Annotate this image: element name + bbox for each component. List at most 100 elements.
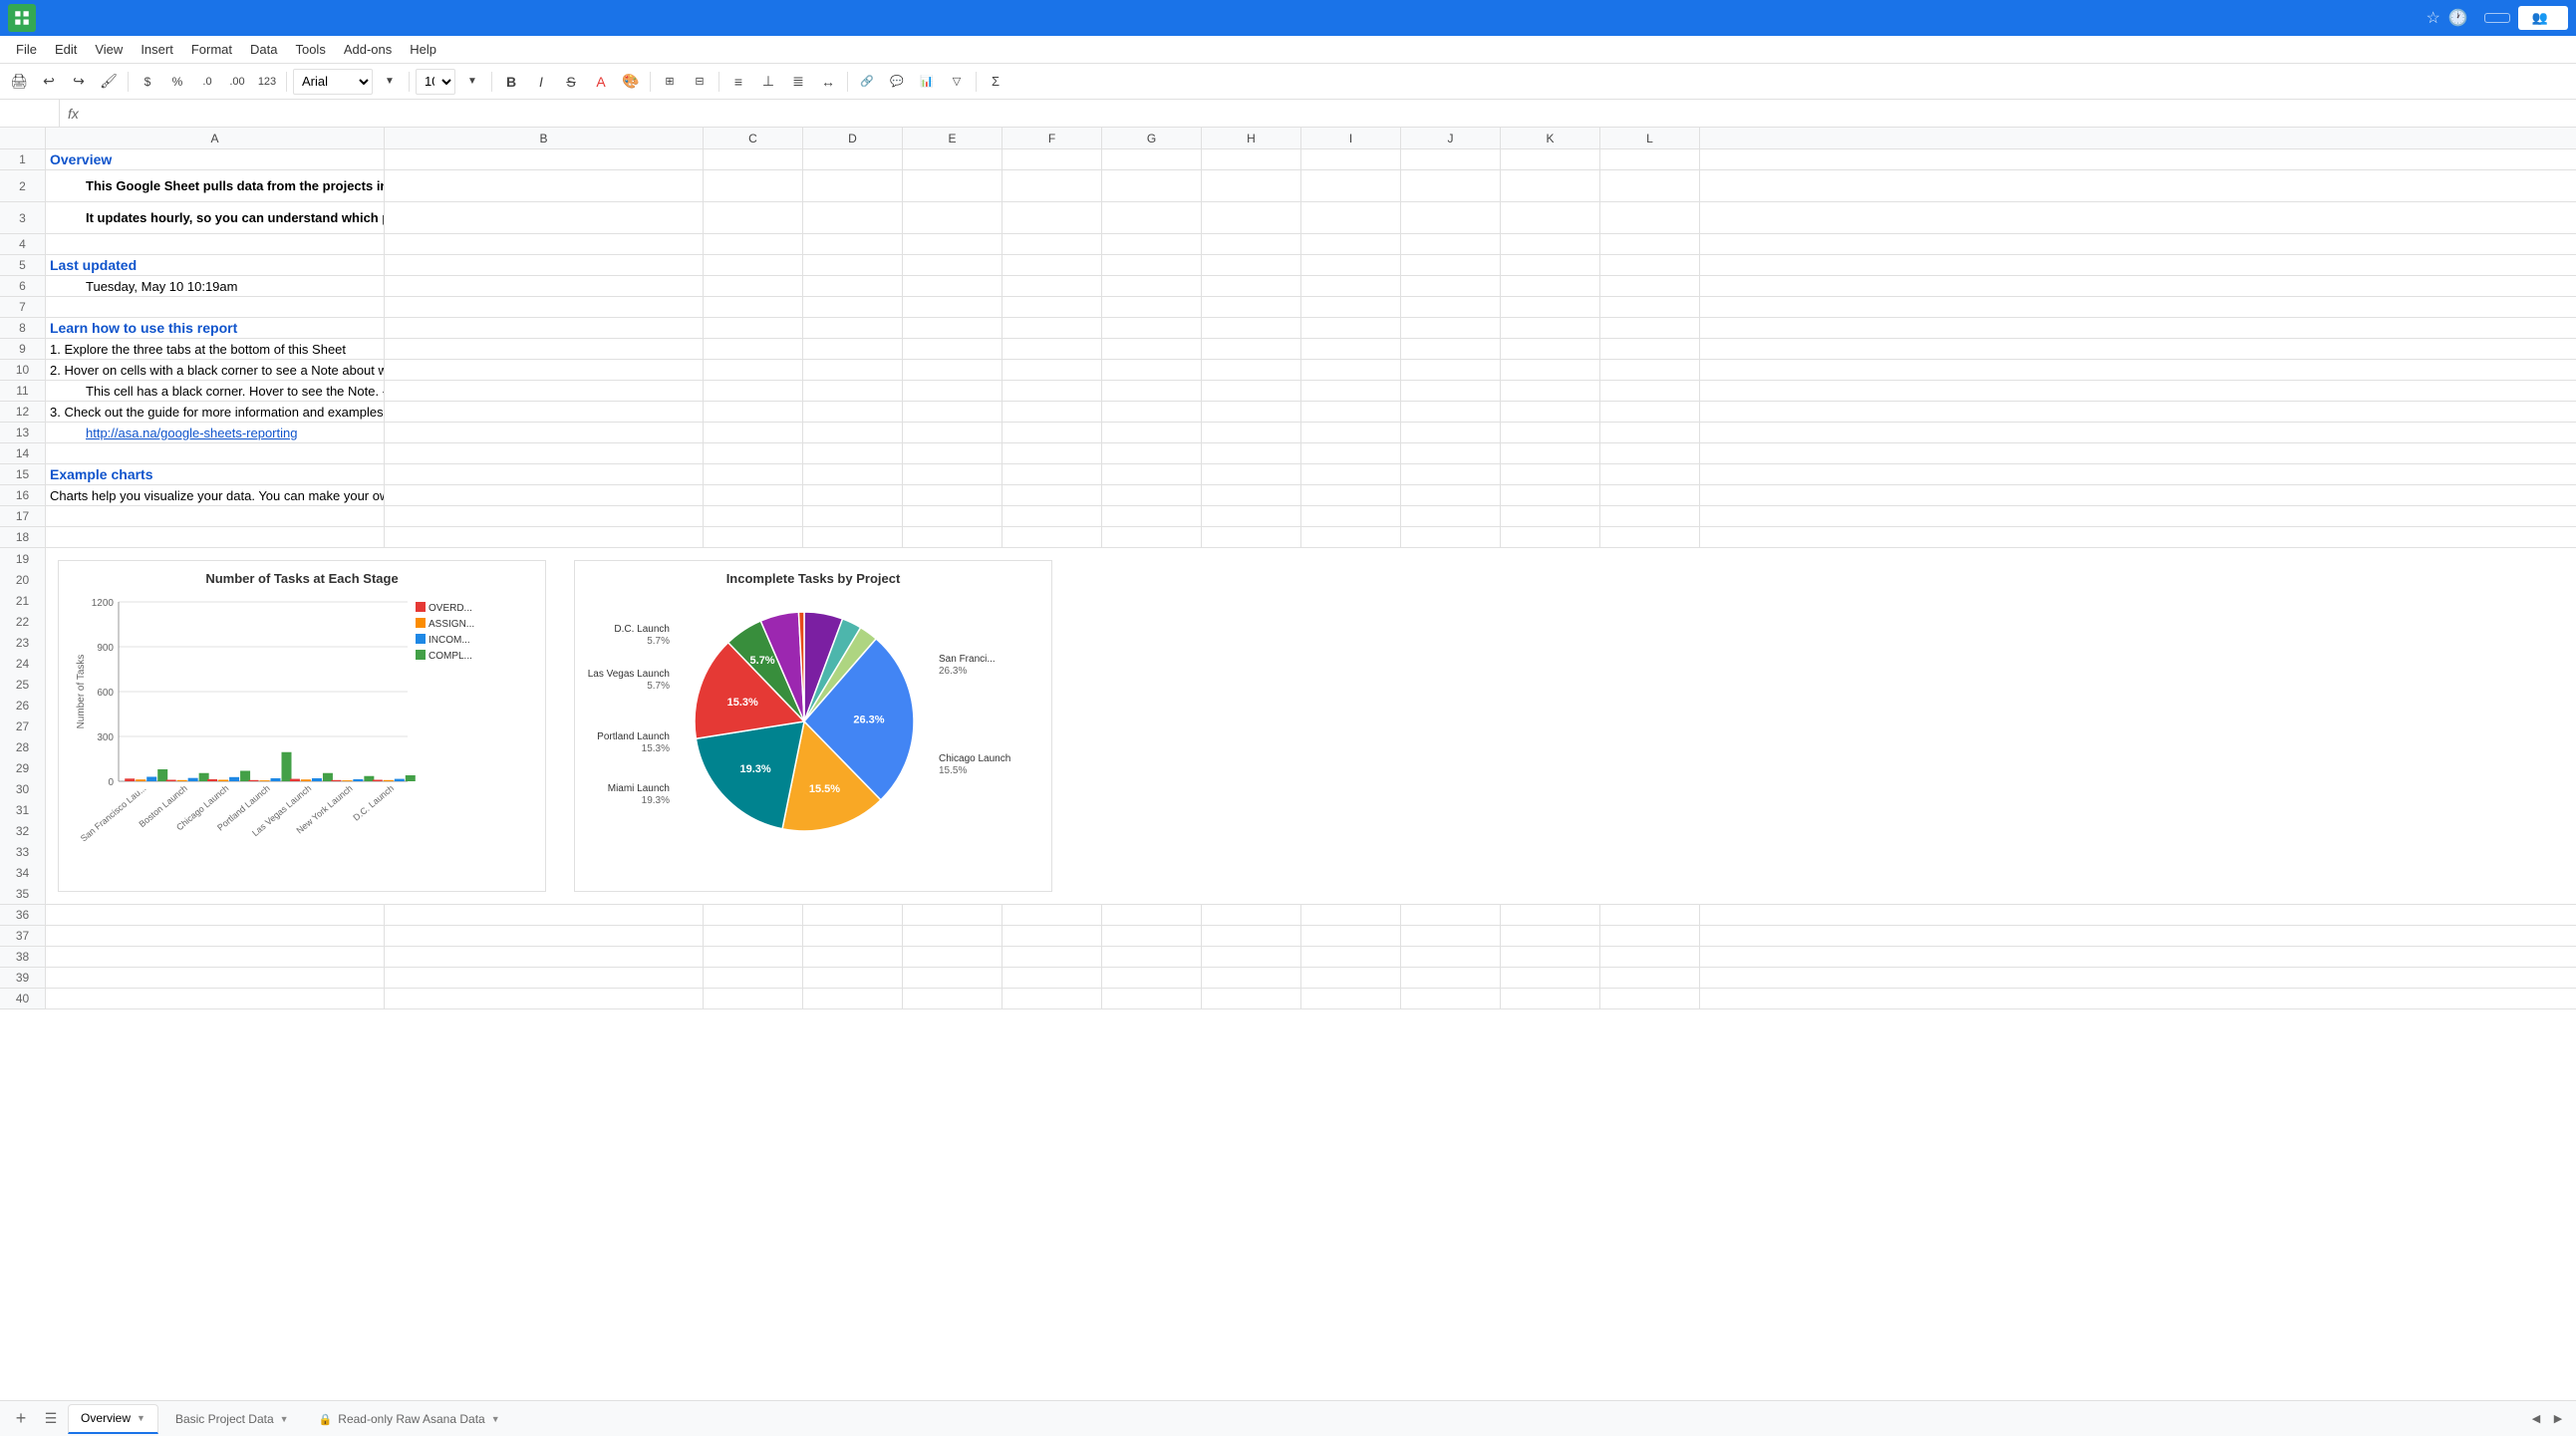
cell-J-9[interactable] (1401, 339, 1501, 359)
cell-a-7[interactable] (46, 297, 385, 317)
table-row[interactable]: 39 (0, 968, 2576, 989)
chart-button[interactable]: 📊 (914, 69, 940, 95)
cell[interactable] (903, 905, 1002, 925)
cell-C-3[interactable] (704, 202, 803, 233)
cell-B-5[interactable] (385, 255, 704, 275)
cell[interactable] (704, 968, 803, 988)
cell-I-15[interactable] (1301, 464, 1401, 484)
cell-I-4[interactable] (1301, 234, 1401, 254)
cell[interactable] (46, 527, 385, 547)
cell-I-8[interactable] (1301, 318, 1401, 338)
cell-B-4[interactable] (385, 234, 704, 254)
cell-B-8[interactable] (385, 318, 704, 338)
cell[interactable] (1102, 989, 1202, 1008)
cell-L-3[interactable] (1600, 202, 1700, 233)
cell-L-16[interactable] (1600, 485, 1700, 505)
cell-L-2[interactable] (1600, 170, 1700, 201)
cell-J-5[interactable] (1401, 255, 1501, 275)
col-header-b[interactable]: B (385, 128, 704, 148)
cell[interactable] (803, 947, 903, 967)
cell[interactable] (385, 926, 704, 946)
add-sheet-button[interactable]: + (8, 1406, 34, 1432)
cell-J-13[interactable] (1401, 423, 1501, 442)
cell-H-3[interactable] (1202, 202, 1301, 233)
cell-I-13[interactable] (1301, 423, 1401, 442)
cell-D-10[interactable] (803, 360, 903, 380)
cell[interactable] (1401, 968, 1501, 988)
cell-L-1[interactable] (1600, 149, 1700, 169)
cell[interactable] (1102, 968, 1202, 988)
cell-I-12[interactable] (1301, 402, 1401, 422)
cell-a-11[interactable]: This cell has a black corner. Hover to s… (46, 381, 385, 401)
cell-L-13[interactable] (1600, 423, 1700, 442)
cell[interactable] (1102, 905, 1202, 925)
cell-K-14[interactable] (1501, 443, 1600, 463)
table-row[interactable]: 91. Explore the three tabs at the bottom… (0, 339, 2576, 360)
cell[interactable] (1501, 926, 1600, 946)
cell-H-7[interactable] (1202, 297, 1301, 317)
cell-E-9[interactable] (903, 339, 1002, 359)
table-row[interactable]: 2This Google Sheet pulls data from the p… (0, 170, 2576, 202)
cell-K-6[interactable] (1501, 276, 1600, 296)
cell-H-10[interactable] (1202, 360, 1301, 380)
table-row[interactable]: 16Charts help you visualize your data. Y… (0, 485, 2576, 506)
cell-C-6[interactable] (704, 276, 803, 296)
cell-I-14[interactable] (1301, 443, 1401, 463)
cell-E-15[interactable] (903, 464, 1002, 484)
cell[interactable] (46, 926, 385, 946)
cell-D-14[interactable] (803, 443, 903, 463)
cell[interactable] (1002, 926, 1102, 946)
cell-H-6[interactable] (1202, 276, 1301, 296)
cell[interactable] (1600, 926, 1700, 946)
menu-edit[interactable]: Edit (47, 40, 85, 59)
cell-C-10[interactable] (704, 360, 803, 380)
cell[interactable] (1002, 989, 1102, 1008)
cell-K-10[interactable] (1501, 360, 1600, 380)
cell-F-14[interactable] (1002, 443, 1102, 463)
cell-L-6[interactable] (1600, 276, 1700, 296)
cell-B-3[interactable] (385, 202, 704, 233)
cell-E-1[interactable] (903, 149, 1002, 169)
cell-I-11[interactable] (1301, 381, 1401, 401)
link-button[interactable]: 🔗 (854, 69, 880, 95)
cell-L-7[interactable] (1600, 297, 1700, 317)
cell[interactable] (1600, 989, 1700, 1008)
cell-D-4[interactable] (803, 234, 903, 254)
cell-F-11[interactable] (1002, 381, 1102, 401)
col-header-i[interactable]: I (1301, 128, 1401, 148)
cell-F-8[interactable] (1002, 318, 1102, 338)
cell[interactable] (1501, 905, 1600, 925)
cell-D-5[interactable] (803, 255, 903, 275)
cell[interactable] (903, 527, 1002, 547)
cell-E-3[interactable] (903, 202, 1002, 233)
col-header-g[interactable]: G (1102, 128, 1202, 148)
table-row[interactable]: 1Overview (0, 149, 2576, 170)
cell-E-7[interactable] (903, 297, 1002, 317)
cell-D-3[interactable] (803, 202, 903, 233)
font-size-select[interactable]: 10 (416, 69, 455, 95)
cell-K-13[interactable] (1501, 423, 1600, 442)
cell-F-16[interactable] (1002, 485, 1102, 505)
merge-button[interactable]: ⊟ (687, 69, 713, 95)
align-right-button[interactable]: ≣ (785, 69, 811, 95)
cell-reference[interactable] (0, 100, 60, 127)
table-row[interactable]: 5Last updated (0, 255, 2576, 276)
cell-L-9[interactable] (1600, 339, 1700, 359)
percent-button[interactable]: % (164, 69, 190, 95)
cell-E-8[interactable] (903, 318, 1002, 338)
cell[interactable] (704, 947, 803, 967)
menu-file[interactable]: File (8, 40, 45, 59)
doc-history-icon[interactable]: 🕐 (2448, 8, 2468, 28)
cell-F-6[interactable] (1002, 276, 1102, 296)
cell-J-12[interactable] (1401, 402, 1501, 422)
cell-F-10[interactable] (1002, 360, 1102, 380)
bold-button[interactable]: B (498, 69, 524, 95)
cell-J-15[interactable] (1401, 464, 1501, 484)
function-button[interactable]: Σ (983, 69, 1008, 95)
cell-E-5[interactable] (903, 255, 1002, 275)
cell-K-3[interactable] (1501, 202, 1600, 233)
cell-D-9[interactable] (803, 339, 903, 359)
cell-H-15[interactable] (1202, 464, 1301, 484)
cell-F-13[interactable] (1002, 423, 1102, 442)
cell[interactable] (1202, 989, 1301, 1008)
